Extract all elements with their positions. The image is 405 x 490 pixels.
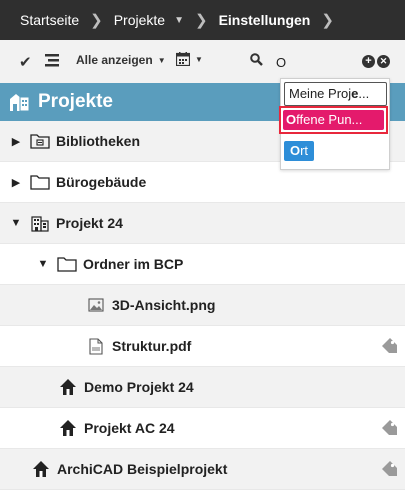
- tree-row-projekt-24[interactable]: ▼ Projekt 24: [0, 203, 405, 244]
- caret-down-icon[interactable]: ▼: [10, 217, 22, 229]
- folder-icon: [30, 172, 50, 192]
- library-folder-icon: [30, 131, 50, 151]
- chevron-right-icon: ❯: [194, 12, 208, 29]
- page-title: Projekte: [38, 91, 113, 112]
- calendar-icon: [176, 52, 190, 66]
- chevron-right-icon: ❯: [90, 12, 103, 29]
- house-icon: [31, 459, 51, 479]
- close-icon[interactable]: ✕: [377, 55, 390, 68]
- filter-dropdown[interactable]: Alle anzeigen ▼: [76, 53, 166, 67]
- caret-down-icon[interactable]: ▼: [37, 258, 49, 270]
- tree-row-label: Struktur.pdf: [112, 338, 192, 354]
- caret-down-icon[interactable]: ▼: [174, 15, 184, 26]
- suggestion-ort[interactable]: Ort: [284, 141, 314, 161]
- caret-right-icon[interactable]: ▶: [10, 135, 22, 148]
- house-icon: [58, 418, 78, 438]
- add-icon[interactable]: +: [362, 55, 375, 68]
- caret-down-icon: ▼: [195, 54, 203, 64]
- filter-label: Alle anzeigen: [76, 53, 153, 67]
- house-icon: [58, 377, 78, 397]
- search-input[interactable]: [276, 53, 356, 71]
- tree-row-projekt-ac-24[interactable]: Projekt AC 24: [0, 408, 405, 449]
- tree-row-label: Bibliotheken: [56, 133, 141, 149]
- tag-icon[interactable]: [379, 459, 399, 482]
- tree-row-label: Projekt 24: [56, 215, 123, 231]
- tree-row-label: 3D-Ansicht.png: [112, 297, 216, 313]
- tag-icon[interactable]: [379, 418, 399, 441]
- caret-down-icon: ▼: [157, 55, 166, 65]
- tree-row-3d-ansicht[interactable]: 3D-Ansicht.png: [0, 285, 405, 326]
- image-file-icon: [86, 295, 106, 315]
- tree-row-label: Bürogebäude: [56, 174, 147, 190]
- breadcrumb: Startseite ❯ Projekte ▼ ❯ Einstellungen …: [0, 0, 405, 40]
- tree-row-ordner-im-bcp[interactable]: ▼ Ordner im BCP: [0, 244, 405, 285]
- building-icon: [30, 213, 50, 233]
- list-icon[interactable]: [45, 54, 59, 67]
- breadcrumb-einstellungen[interactable]: Einstellungen: [219, 12, 311, 28]
- tree-row-demo-projekt-24[interactable]: Demo Projekt 24: [0, 367, 405, 408]
- tree-row-label: Projekt AC 24: [84, 420, 175, 436]
- tree-row-archicad-beispielprojekt[interactable]: ArchiCAD Beispielprojekt: [0, 449, 405, 490]
- tree-row-struktur-pdf[interactable]: Struktur.pdf: [0, 326, 405, 367]
- breadcrumb-projekte[interactable]: Projekte: [114, 12, 165, 28]
- tree-row-label: ArchiCAD Beispielprojekt: [57, 461, 228, 477]
- tag-icon[interactable]: [379, 336, 399, 359]
- calendar-dropdown[interactable]: ▼: [176, 52, 203, 66]
- search-icon: [250, 53, 263, 66]
- breadcrumb-startseite[interactable]: Startseite: [20, 12, 79, 28]
- suggestion-highlight: Offene Pun...: [279, 106, 388, 134]
- suggestion-meine-projekte[interactable]: Meine Proje...: [284, 82, 387, 106]
- projects-icon: [10, 94, 30, 112]
- project-tree: ▶ Bibliotheken ▶ Bürogebäude ▼ Projekt 2…: [0, 121, 405, 490]
- search-suggestions: Meine Proje... Offene Pun... Ort: [279, 78, 390, 170]
- tree-row-label: Demo Projekt 24: [84, 379, 194, 395]
- check-icon[interactable]: ✔: [19, 53, 32, 71]
- folder-icon: [57, 254, 77, 274]
- pdf-file-icon: [86, 336, 106, 356]
- suggestion-offene-punkte[interactable]: Offene Pun...: [283, 110, 384, 130]
- caret-right-icon[interactable]: ▶: [10, 176, 22, 189]
- chevron-right-icon: ❯: [321, 12, 334, 29]
- tree-row-label: Ordner im BCP: [83, 256, 184, 272]
